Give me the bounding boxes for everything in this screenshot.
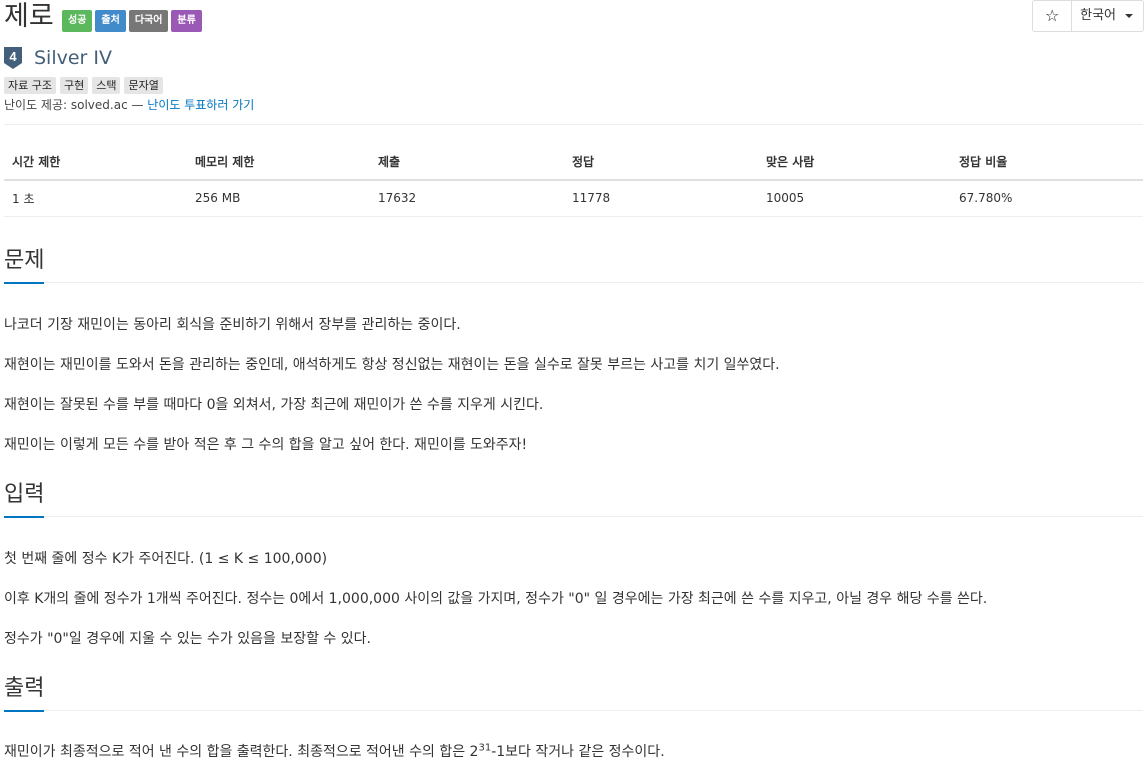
tier-label[interactable]: Silver IV [34, 47, 112, 69]
output-section-title: 출력 [4, 674, 45, 712]
difficulty-note: 난이도 제공: solved.ac — 난이도 투표하러 가기 [4, 96, 254, 113]
stats-header-row: 시간 제한 메모리 제한 제출 정답 맞은 사람 정답 비율 [4, 144, 1143, 181]
svg-text:4: 4 [9, 49, 17, 64]
header-ratio: 정답 비율 [951, 144, 1143, 181]
input-section-title: 입력 [4, 480, 45, 518]
tag-data-structure[interactable]: 자료 구조 [4, 77, 56, 94]
problem-paragraph: 재현이는 잘못된 수를 부를 때마다 0을 외쳐서, 가장 최근에 재민이가 쓴… [4, 397, 544, 413]
problem-section-title: 문제 [4, 246, 45, 284]
header-accepted: 정답 [564, 144, 758, 181]
header-time-limit: 시간 제한 [4, 144, 187, 181]
language-label: 한국어 [1080, 8, 1116, 23]
difficulty-prefix: 난이도 제공: solved.ac — [4, 98, 148, 112]
caret-down-icon [1125, 14, 1133, 18]
input-section-line [4, 516, 1143, 517]
header-solvers: 맞은 사람 [758, 144, 951, 181]
output-exponent: 31 [478, 742, 492, 754]
tier-row: 4 Silver IV [4, 47, 112, 69]
category-badge[interactable]: 분류 [171, 10, 202, 32]
language-dropdown[interactable]: 한국어 [1072, 0, 1144, 32]
algorithm-tags: 자료 구조 구현 스택 문자열 [4, 77, 163, 94]
input-paragraph: 정수가 "0"일 경우에 지울 수 있는 수가 있음을 보장할 수 있다. [4, 631, 371, 647]
output-text-after: -1보다 작거나 같은 정수이다. [491, 744, 665, 760]
problem-section-line [4, 282, 1143, 283]
tag-stack[interactable]: 스택 [92, 77, 121, 94]
time-limit-value: 1 초 [4, 180, 187, 217]
page-title: 제로 [4, 1, 54, 32]
problem-badges: 성공 출처 다국어 분류 [62, 10, 202, 32]
star-button[interactable]: ☆ [1032, 0, 1073, 32]
output-text-before: 재민이가 최종적으로 적어 낸 수의 합을 출력한다. 최종적으로 적어낸 수의… [4, 744, 479, 760]
header-submissions: 제출 [370, 144, 564, 181]
input-paragraph: 첫 번째 줄에 정수 K가 주어진다. (1 ≤ K ≤ 100,000) [4, 551, 328, 567]
problem-stats-table: 시간 제한 메모리 제한 제출 정답 맞은 사람 정답 비율 1 초 256 M… [4, 144, 1143, 217]
input-paragraph: 이후 K개의 줄에 정수가 1개씩 주어진다. 정수는 0에서 1,000,00… [4, 591, 988, 607]
tag-implementation[interactable]: 구현 [59, 77, 89, 94]
ratio-value: 67.780% [951, 180, 1143, 217]
source-badge[interactable]: 출처 [95, 10, 126, 32]
tag-string[interactable]: 문자열 [124, 77, 163, 94]
header-divider [4, 124, 1143, 125]
multilang-badge[interactable]: 다국어 [128, 10, 169, 32]
top-right-toolbar: ☆ 한국어 [1032, 0, 1144, 32]
header-memory-limit: 메모리 제한 [187, 144, 370, 181]
problem-paragraph: 재현이는 재민이를 도와서 돈을 관리하는 중인데, 애석하게도 항상 정신없는… [4, 357, 780, 373]
silver-tier-icon: 4 [4, 47, 22, 69]
output-paragraph: 재민이가 최종적으로 적어 낸 수의 합을 출력한다. 최종적으로 적어낸 수의… [4, 741, 665, 761]
output-section-line [4, 710, 1143, 711]
problem-paragraph: 나코더 기장 재민이는 동아리 회식을 준비하기 위해서 장부를 관리하는 중이… [4, 317, 461, 333]
success-badge[interactable]: 성공 [62, 10, 93, 32]
stats-value-row: 1 초 256 MB 17632 11778 10005 67.780% [4, 180, 1143, 217]
solvers-value: 10005 [758, 180, 951, 217]
accepted-value: 11778 [564, 180, 758, 217]
difficulty-vote-link[interactable]: 난이도 투표하러 가기 [147, 98, 254, 112]
submissions-value: 17632 [370, 180, 564, 217]
memory-limit-value: 256 MB [187, 180, 370, 217]
problem-paragraph: 재민이는 이렇게 모든 수를 받아 적은 후 그 수의 합을 알고 싶어 한다.… [4, 437, 528, 453]
